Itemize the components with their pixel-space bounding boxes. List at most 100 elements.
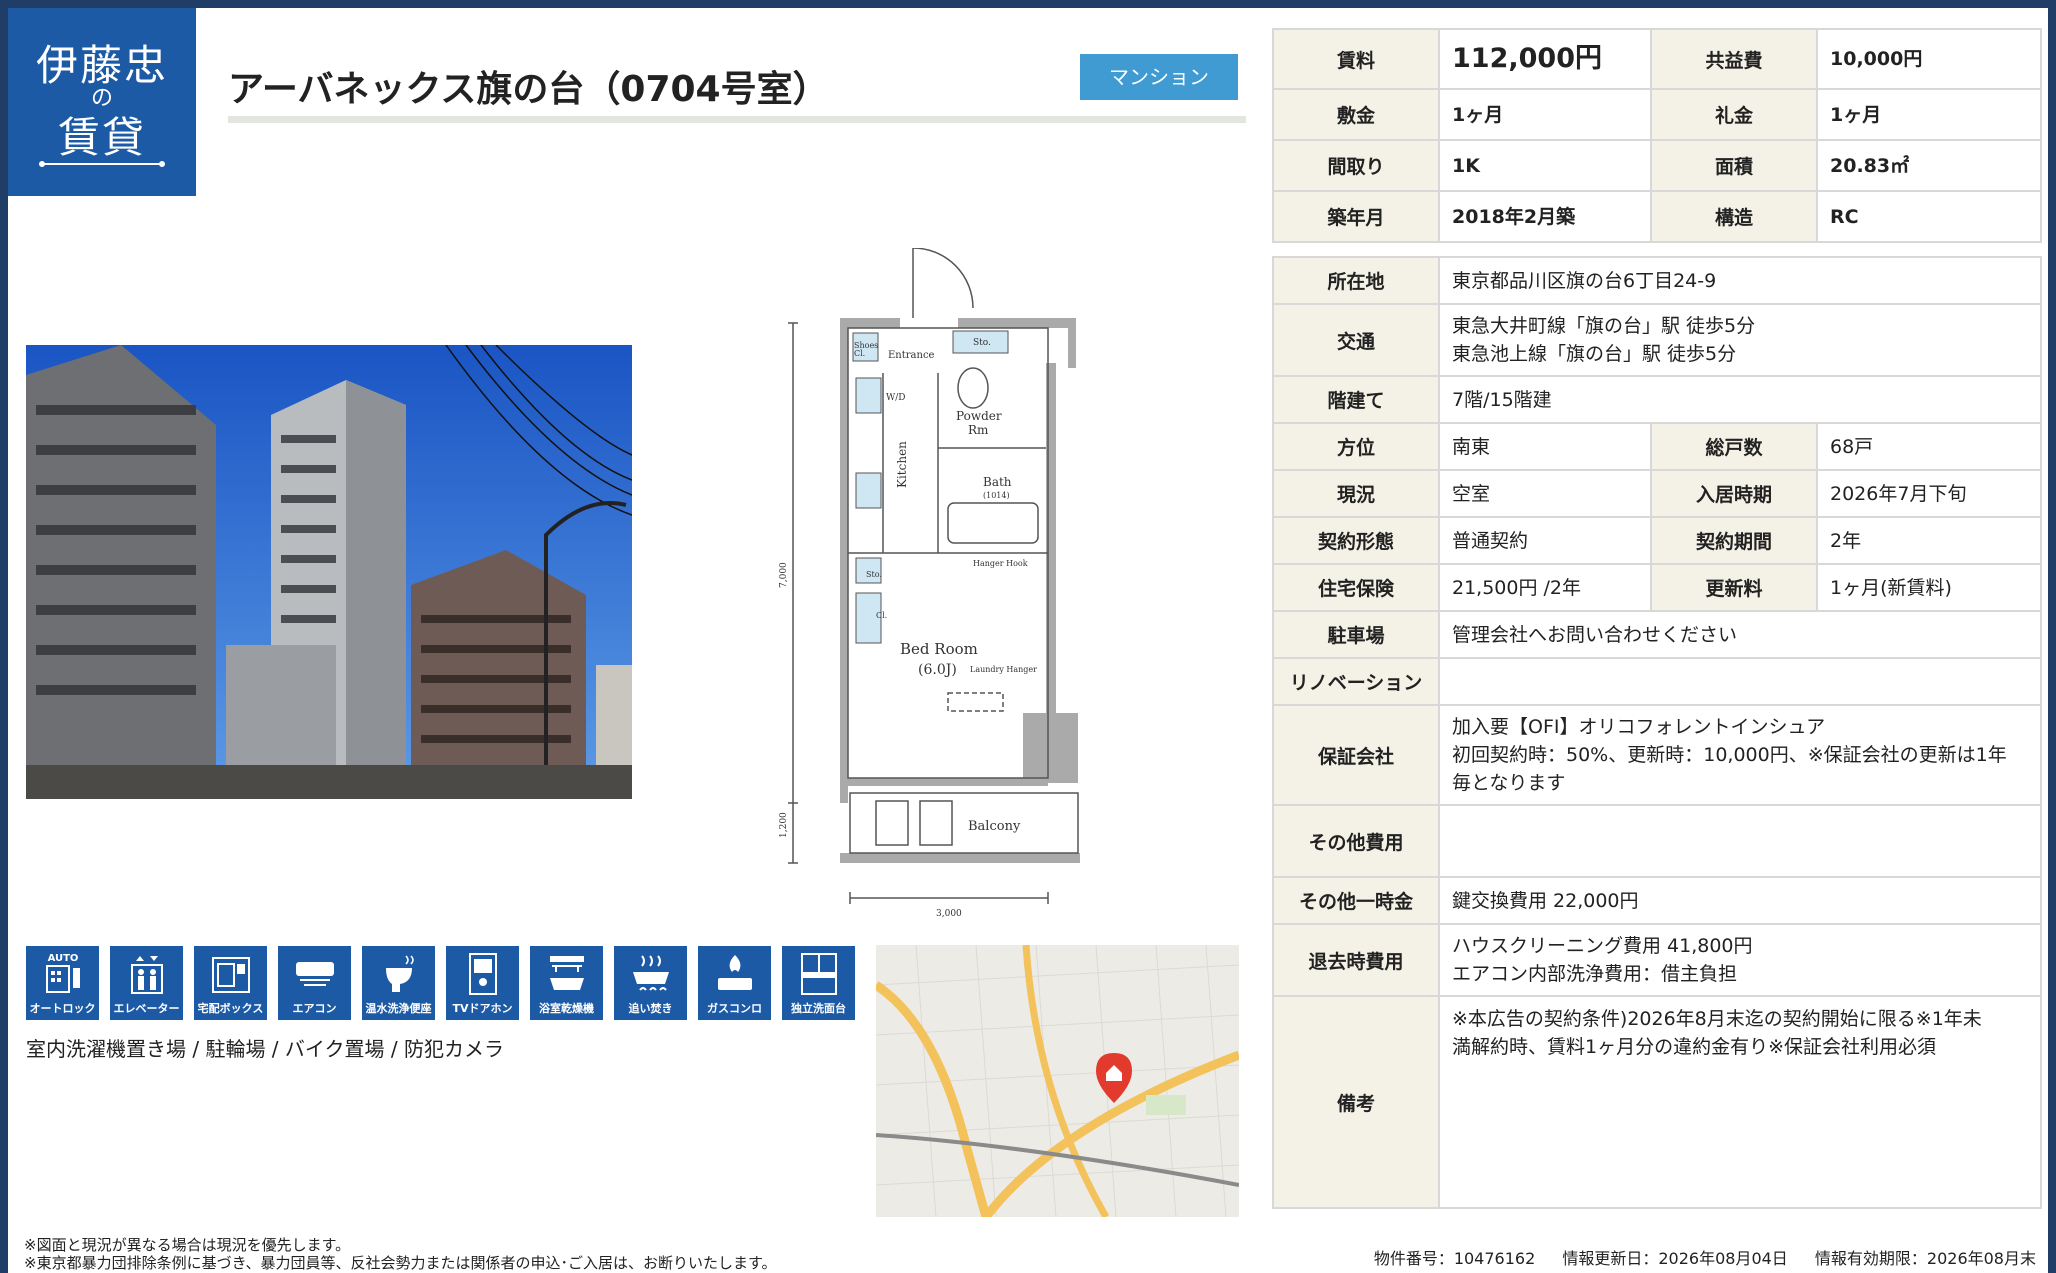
built-label: 築年月 xyxy=(1272,190,1440,243)
table-row: 駐車場 管理会社へお問い合わせください xyxy=(1272,610,2043,659)
guarantor-label: 保証会社 xyxy=(1272,704,1440,806)
fp-bath-size: (1014) xyxy=(983,491,1010,500)
renewal-value: 1ヶ月(新賃料) xyxy=(1815,563,2043,612)
fp-hanger: Hanger Hook xyxy=(973,559,1028,568)
exit-fees-label: 退去時費用 xyxy=(1272,923,1440,997)
property-number: 物件番号：10476162 xyxy=(1373,1249,1536,1268)
amenity-elevator: エレベーター xyxy=(110,946,183,1020)
listing-sheet: 伊藤忠 の 賃貸 アーバネックス旗の台（0704号室） マンション Shoes … xyxy=(8,8,2048,1273)
amenity-auto-lock: AUTO オートロック xyxy=(26,946,99,1020)
move-in-label: 入居時期 xyxy=(1650,469,1818,518)
renewal-label: 更新料 xyxy=(1650,563,1818,612)
fp-dim-balcony: 1,200 xyxy=(779,812,789,838)
structure-value: RC xyxy=(1816,190,2042,243)
gas-stove-icon xyxy=(718,955,752,990)
deposit-label: 敷金 xyxy=(1272,88,1440,141)
amenity-label: ガスコンロ xyxy=(707,1002,762,1015)
table-row: 住宅保険 21,500円 /2年 更新料 1ヶ月(新賃料) xyxy=(1272,563,2043,612)
washbasin-icon xyxy=(801,953,837,995)
air-conditioner-icon xyxy=(296,962,334,986)
other-fees-value xyxy=(1437,804,2043,878)
address-value: 東京都品川区旗の台6丁目24-9 xyxy=(1437,256,2043,305)
table-row: 保証会社 加入要【OFI】オリコフォレントインシュア 初回契約時：50%、更新時… xyxy=(1272,704,2043,806)
bath-dryer-icon xyxy=(550,956,584,990)
table-row: 交通 東急大井町線「旗の台」駅 徒歩5分 東急池上線「旗の台」駅 徒歩5分 xyxy=(1272,303,2043,377)
note-line: ※図面と現況が異なる場合は現況を優先します。 xyxy=(24,1236,351,1254)
contract-type-value: 普通契約 xyxy=(1438,516,1652,565)
remarks-label: 備考 xyxy=(1272,995,1440,1209)
rent-label: 賃料 xyxy=(1272,28,1440,90)
fp-dim-height: 7,000 xyxy=(779,562,789,588)
amenity-bath-dryer: 浴室乾燥機 xyxy=(530,946,603,1020)
fp-balcony: Balcony xyxy=(968,819,1021,834)
summary-table: 賃料 112,000円 共益費 10,000円 敷金 1ヶ月 礼金 1ヶ月 間取… xyxy=(1272,28,2042,243)
table-row: その他一時金 鍵交換費用 22,000円 xyxy=(1272,876,2043,925)
contract-type-label: 契約形態 xyxy=(1272,516,1440,565)
amenity-label: エレベーター xyxy=(113,1002,180,1015)
units-value: 68戸 xyxy=(1815,422,2043,471)
footer-notes: ※図面と現況が異なる場合は現況を優先します。 ※東京都暴力団排除条例に基づき、暴… xyxy=(24,1236,777,1272)
amenity-label: オートロック xyxy=(29,1002,96,1015)
table-row: 退去時費用 ハウスクリーニング費用 41,800円 エアコン内部洗浄費用：借主負… xyxy=(1272,923,2043,997)
amenity-label: TVドアホン xyxy=(452,1002,513,1015)
logo-text-3: 賃貸 xyxy=(57,113,146,162)
one-time-value: 鍵交換費用 22,000円 xyxy=(1437,876,2043,925)
access-value: 東急大井町線「旗の台」駅 徒歩5分 東急池上線「旗の台」駅 徒歩5分 xyxy=(1437,303,2043,377)
table-row: 敷金 1ヶ月 礼金 1ヶ月 xyxy=(1272,88,2042,141)
title-divider xyxy=(228,116,1246,123)
units-label: 総戸数 xyxy=(1650,422,1818,471)
table-row: 賃料 112,000円 共益費 10,000円 xyxy=(1272,28,2042,90)
details-table: 所在地 東京都品川区旗の台6丁目24-9 交通 東急大井町線「旗の台」駅 徒歩5… xyxy=(1272,256,2043,1209)
fp-shoes-cl: Cl. xyxy=(854,349,865,358)
deposit-value: 1ヶ月 xyxy=(1438,88,1652,141)
contract-period-value: 2年 xyxy=(1815,516,2043,565)
insurance-value: 21,500円 /2年 xyxy=(1438,563,1652,612)
common-fee-label: 共益費 xyxy=(1650,28,1818,90)
table-row: 現況 空室 入居時期 2026年7月下旬 xyxy=(1272,469,2043,518)
guarantor-line: 加入要【OFI】オリコフォレントインシュア xyxy=(1452,716,1826,738)
floor-label: 階建て xyxy=(1272,375,1440,424)
guarantor-value: 加入要【OFI】オリコフォレントインシュア 初回契約時：50%、更新時：10,0… xyxy=(1437,704,2043,806)
fp-bedroom: Bed Room xyxy=(900,640,978,658)
layout-label: 間取り xyxy=(1272,139,1440,192)
elevator-icon xyxy=(131,956,163,994)
contract-period-label: 契約期間 xyxy=(1650,516,1818,565)
one-time-label: その他一時金 xyxy=(1272,876,1440,925)
amenity-auto-text: AUTO xyxy=(48,953,79,964)
renovation-label: リノベーション xyxy=(1272,657,1440,706)
table-row: 方位 南東 総戸数 68戸 xyxy=(1272,422,2043,471)
amenity-label: 追い焚き xyxy=(628,1002,673,1015)
floor-value: 7階/15階建 xyxy=(1437,375,2043,424)
status-value: 空室 xyxy=(1438,469,1652,518)
guarantor-line: 毎となります xyxy=(1452,772,1566,794)
logo-rule xyxy=(39,161,165,167)
access-line: 東急大井町線「旗の台」駅 徒歩5分 xyxy=(1452,315,1756,337)
info-updated: 情報更新日：2026年08月04日 xyxy=(1562,1249,1788,1268)
table-row: リノベーション xyxy=(1272,657,2043,706)
renovation-value xyxy=(1437,657,2043,706)
address-label: 所在地 xyxy=(1272,256,1440,305)
amenity-delivery-box: 宅配ボックス xyxy=(194,946,267,1020)
access-label: 交通 xyxy=(1272,303,1440,377)
amenity-tv-intercom: TVドアホン xyxy=(446,946,519,1020)
exit-fees-line: エアコン内部洗浄費用：借主負担 xyxy=(1452,963,1738,985)
table-row: 築年月 2018年2月築 構造 RC xyxy=(1272,190,2042,243)
structure-label: 構造 xyxy=(1650,190,1818,243)
guarantor-line: 初回契約時：50%、更新時：10,000円、※保証会社の更新は1年 xyxy=(1452,744,2007,766)
built-value: 2018年2月築 xyxy=(1438,190,1652,243)
amenity-label: 温水洗浄便座 xyxy=(365,1002,432,1015)
area-value: 20.83㎡ xyxy=(1816,139,2042,192)
note-line: ※東京都暴力団排除条例に基づき、暴力団員等、反社会勢力または関係者の申込･ご入居… xyxy=(24,1254,777,1272)
fp-entrance: Entrance xyxy=(888,350,935,361)
table-row: その他費用 xyxy=(1272,804,2043,878)
fp-bedroom-size: (6.0J) xyxy=(918,662,957,678)
remarks-value: ※本広告の契約条件)2026年8月末迄の契約開始に限る※1年未 満解約時、賃料1… xyxy=(1437,995,2043,1209)
fp-laundry: Laundry Hanger xyxy=(970,665,1037,674)
location-map[interactable] xyxy=(876,945,1239,1217)
other-amenities: 室内洗濯機置き場 / 駐輪場 / バイク置場 / 防犯カメラ xyxy=(26,1037,504,1061)
info-valid-until: 情報有効期限：2026年08月末 xyxy=(1814,1249,2036,1268)
amenity-gas-stove: ガスコンロ xyxy=(698,946,771,1020)
fp-kitchen: Kitchen xyxy=(895,441,909,488)
delivery-box-icon xyxy=(212,957,250,993)
floor-plan: Shoes Cl. Entrance Sto. W/D Kitchen Powd… xyxy=(778,247,1108,928)
